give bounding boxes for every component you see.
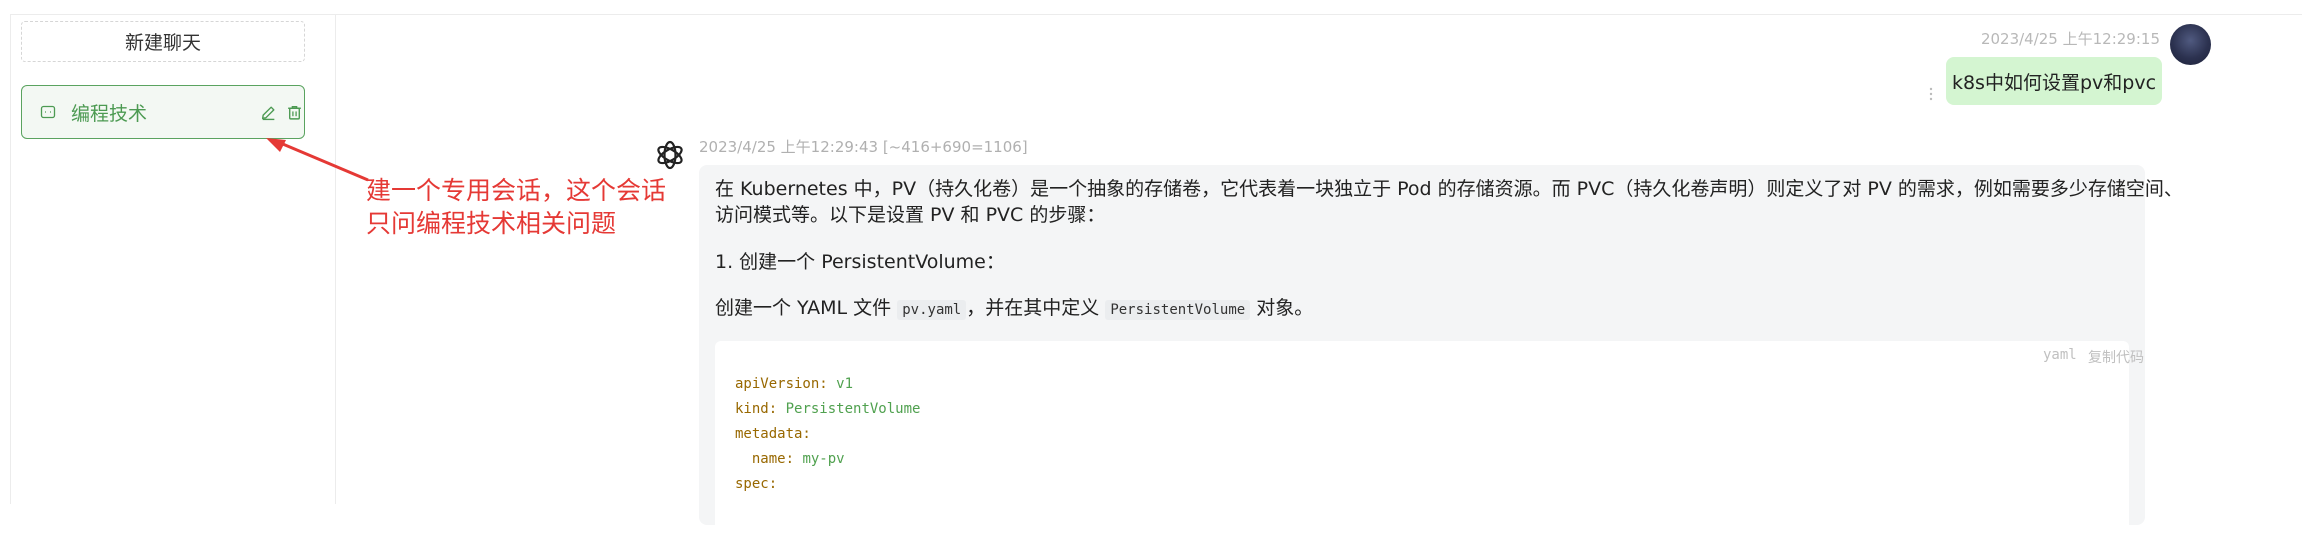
code-line: apiVersion: v1 (735, 376, 853, 392)
bot-message-timestamp: 2023/4/25 上午12:29:43 [~416+690=1106] (699, 138, 1028, 156)
code-key: kind: (735, 401, 778, 417)
session-title: 编程技术 (71, 103, 148, 125)
annotation-text: 建一个专用会话，这个会话 只问编程技术相关问题 (366, 174, 666, 240)
text-segment: 对象。 (1256, 297, 1314, 319)
bot-paragraph-intro: 在 Kubernetes 中，PV（持久化卷）是一个抽象的存储卷，它代表着一块独… (715, 178, 2183, 226)
trash-icon[interactable] (286, 104, 303, 121)
bot-paragraph-create-yaml: 创建一个 YAML 文件 pv.yaml ，并在其中定义 PersistentVo… (715, 295, 1313, 323)
text-segment: ，并在其中定义 (966, 297, 1100, 319)
code-line: metadata: (735, 426, 811, 442)
chat-icon (40, 105, 56, 119)
annotation-arrow (266, 138, 369, 182)
code-key: name: (735, 451, 795, 467)
inline-code-filename: pv.yaml (897, 300, 967, 320)
code-line: spec: (735, 476, 777, 492)
code-value: v1 (836, 376, 854, 392)
inline-code-kind: PersistentVolume (1105, 300, 1251, 320)
user-avatar (2170, 24, 2211, 65)
bot-list-item: 1. 创建一个 PersistentVolume： (715, 251, 1005, 273)
copy-code-button[interactable]: 复制代码 (2088, 347, 2144, 367)
annotation-line-1: 建一个专用会话，这个会话 (366, 176, 667, 205)
code-block (715, 341, 2129, 541)
session-item-programming[interactable]: 编程技术 (21, 85, 305, 139)
code-key: spec: (735, 476, 778, 492)
edit-icon[interactable] (260, 104, 277, 121)
code-language-label: yaml (2043, 347, 2077, 363)
text-segment: 创建一个 YAML 文件 (715, 297, 892, 319)
more-icon[interactable] (1928, 87, 1934, 101)
code-value: my-pv (802, 451, 845, 467)
new-chat-button[interactable]: 新建聊天 (21, 21, 305, 62)
annotation-line-2: 只问编程技术相关问题 (366, 209, 617, 238)
openai-logo-icon (657, 140, 683, 170)
code-key: apiVersion: (735, 376, 828, 392)
code-line: name: my-pv (735, 451, 845, 467)
user-message-timestamp: 2023/4/25 上午12:29:15 (1980, 30, 2160, 48)
user-message-bubble: k8s中如何设置pv和pvc (1946, 57, 2162, 105)
code-key: metadata: (735, 426, 811, 442)
code-value: PersistentVolume (785, 401, 921, 417)
code-line: kind: PersistentVolume (735, 401, 920, 417)
